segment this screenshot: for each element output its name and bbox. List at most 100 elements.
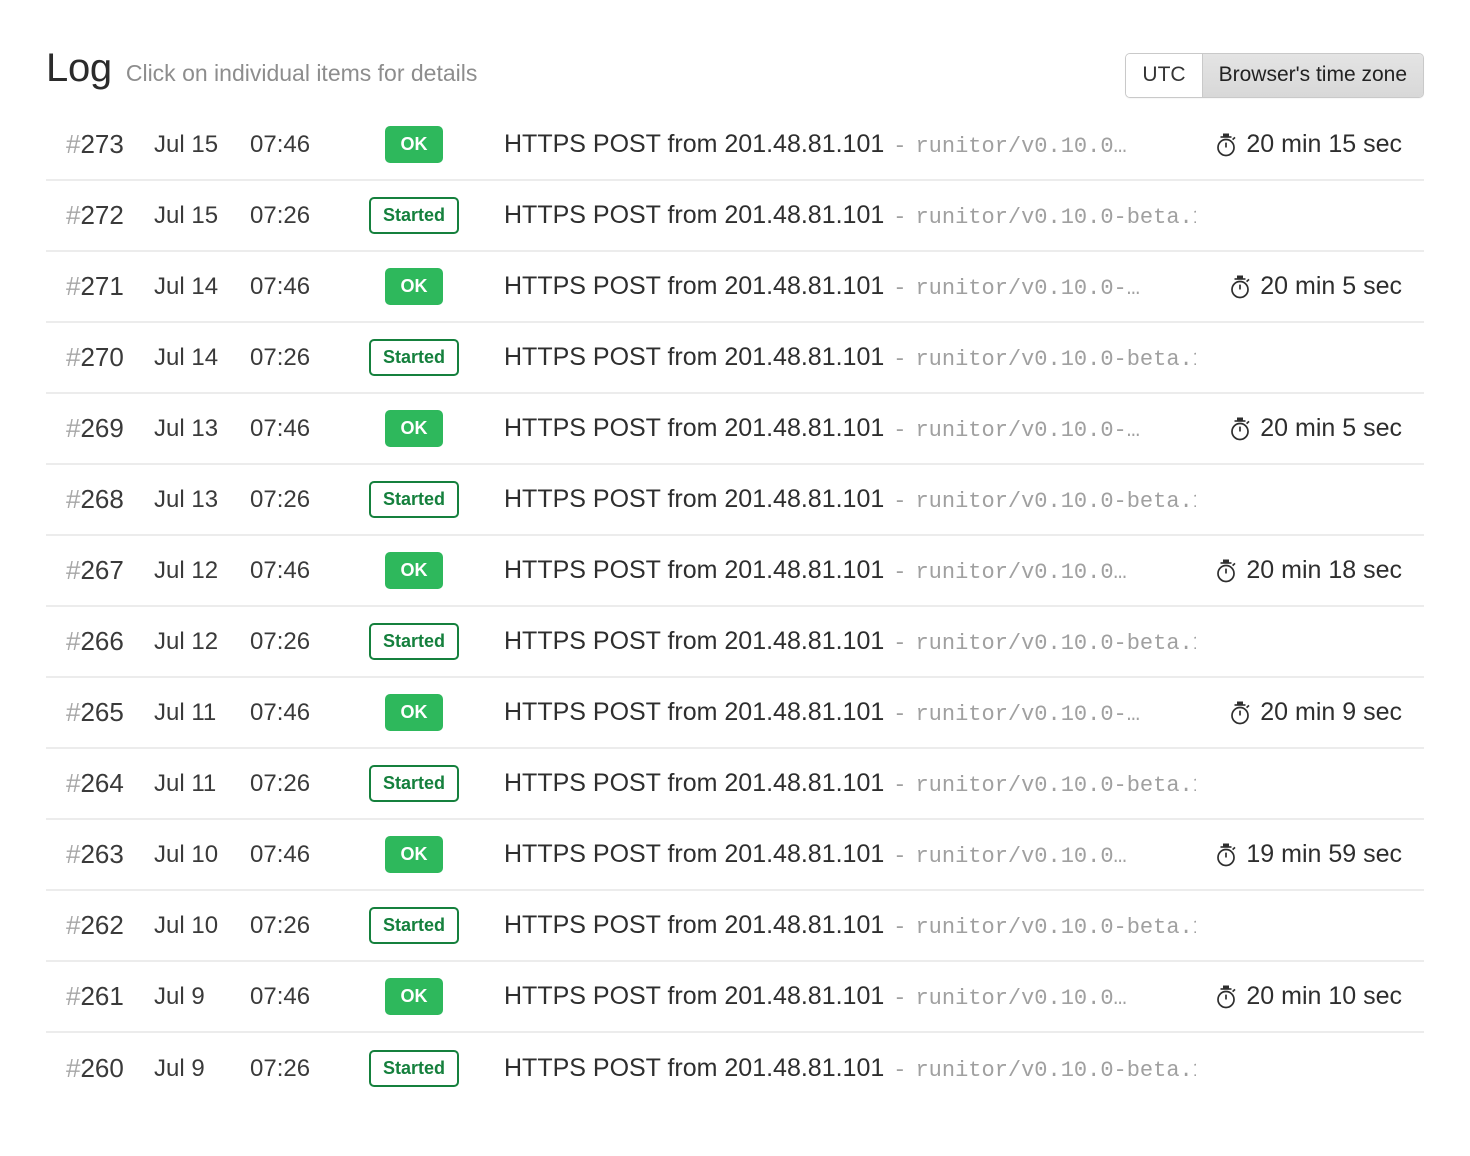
log-list: #273Jul 1507:46OKHTTPS POST from 201.48.… <box>0 110 1470 1104</box>
log-row-status: Started <box>354 481 474 518</box>
log-row-user-agent: runitor/v0.10.0-beta.1 (+https:/… <box>915 631 1196 656</box>
log-row-request: HTTPS POST from 201.48.81.101 <box>504 982 884 1011</box>
log-row-id: #263 <box>46 839 150 870</box>
log-row-user-agent: runitor/v0.10.0… <box>915 986 1126 1011</box>
log-row-status: OK <box>354 694 474 731</box>
log-row-detail: HTTPS POST from 201.48.81.101-runitor/v0… <box>474 840 1196 869</box>
log-row-id: #260 <box>46 1053 150 1084</box>
log-row-id: #262 <box>46 910 150 941</box>
status-badge-ok: OK <box>385 836 443 873</box>
log-row-time: 07:26 <box>250 912 354 940</box>
log-row[interactable]: #262Jul 1007:26StartedHTTPS POST from 20… <box>46 891 1424 962</box>
log-row-id-number: 267 <box>80 555 123 585</box>
log-row-user-agent: runitor/v0.10.0-… <box>915 702 1139 727</box>
log-row-id: #272 <box>46 200 150 231</box>
log-row-user-agent: runitor/v0.10.0-beta.1 (+https:/… <box>915 915 1196 940</box>
status-badge-ok: OK <box>385 694 443 731</box>
log-row-id-number: 273 <box>80 129 123 159</box>
log-row-duration-text: 20 min 18 sec <box>1246 556 1402 585</box>
log-row-id-hash: # <box>66 981 80 1011</box>
log-row-user-agent: runitor/v0.10.0-beta.1 (+https:/… <box>915 489 1196 514</box>
log-row-time: 07:46 <box>250 415 354 443</box>
log-row-detail: HTTPS POST from 201.48.81.101-runitor/v0… <box>474 201 1196 230</box>
log-row[interactable]: #272Jul 1507:26StartedHTTPS POST from 20… <box>46 181 1424 252</box>
log-row-time: 07:46 <box>250 841 354 869</box>
log-row-date: Jul 12 <box>150 628 250 656</box>
log-row-time: 07:26 <box>250 770 354 798</box>
log-row-time: 07:46 <box>250 983 354 1011</box>
log-row-status: Started <box>354 907 474 944</box>
log-row-duration: 20 min 9 sec <box>1196 698 1424 727</box>
log-row-id-hash: # <box>66 271 80 301</box>
log-row-id-number: 261 <box>80 981 123 1011</box>
log-row-user-agent: runitor/v0.10.0-… <box>915 276 1139 301</box>
log-row-duration: 20 min 5 sec <box>1196 272 1424 301</box>
log-row-duration: 19 min 59 sec <box>1196 840 1424 869</box>
log-row-time: 07:26 <box>250 1055 354 1083</box>
log-row[interactable]: #267Jul 1207:46OKHTTPS POST from 201.48.… <box>46 536 1424 607</box>
log-row[interactable]: #264Jul 1107:26StartedHTTPS POST from 20… <box>46 749 1424 820</box>
log-row[interactable]: #265Jul 1107:46OKHTTPS POST from 201.48.… <box>46 678 1424 749</box>
log-row-duration: 20 min 15 sec <box>1196 130 1424 159</box>
log-row-id: #271 <box>46 271 150 302</box>
stopwatch-icon <box>1215 985 1237 1009</box>
log-row-separator-dash: - <box>893 773 906 798</box>
log-row-user-agent: runitor/v0.10.0-beta.1 (+https:/… <box>915 773 1196 798</box>
status-badge-started: Started <box>369 765 459 802</box>
log-row-separator-dash: - <box>893 489 906 514</box>
status-badge-ok: OK <box>385 126 443 163</box>
log-row[interactable]: #263Jul 1007:46OKHTTPS POST from 201.48.… <box>46 820 1424 891</box>
log-row-date: Jul 11 <box>150 699 250 727</box>
timezone-toggle[interactable]: UTC Browser's time zone <box>1125 53 1424 98</box>
log-row-detail: HTTPS POST from 201.48.81.101-runitor/v0… <box>474 698 1196 727</box>
page-header: Log Click on individual items for detail… <box>0 0 1470 110</box>
log-row-id-number: 271 <box>80 271 123 301</box>
status-badge-ok: OK <box>385 978 443 1015</box>
log-row-duration-text: 20 min 9 sec <box>1260 698 1402 727</box>
log-row[interactable]: #266Jul 1207:26StartedHTTPS POST from 20… <box>46 607 1424 678</box>
log-row-id-hash: # <box>66 697 80 727</box>
log-row-detail: HTTPS POST from 201.48.81.101-runitor/v0… <box>474 982 1196 1011</box>
log-row[interactable]: #271Jul 1407:46OKHTTPS POST from 201.48.… <box>46 252 1424 323</box>
log-row-time: 07:46 <box>250 131 354 159</box>
log-row-separator-dash: - <box>893 702 906 727</box>
log-row-separator-dash: - <box>893 915 906 940</box>
log-row-time: 07:46 <box>250 557 354 585</box>
log-row[interactable]: #261Jul 907:46OKHTTPS POST from 201.48.8… <box>46 962 1424 1033</box>
log-row-duration-text: 20 min 5 sec <box>1260 414 1402 443</box>
log-row-detail: HTTPS POST from 201.48.81.101-runitor/v0… <box>474 911 1196 940</box>
timezone-browser-button[interactable]: Browser's time zone <box>1202 54 1423 97</box>
log-row[interactable]: #269Jul 1307:46OKHTTPS POST from 201.48.… <box>46 394 1424 465</box>
log-row-date: Jul 13 <box>150 486 250 514</box>
log-row-detail: HTTPS POST from 201.48.81.101-runitor/v0… <box>474 272 1196 301</box>
log-row-detail: HTTPS POST from 201.48.81.101-runitor/v0… <box>474 769 1196 798</box>
log-row-duration-text: 20 min 10 sec <box>1246 982 1402 1011</box>
log-row-date: Jul 15 <box>150 131 250 159</box>
log-row-time: 07:26 <box>250 344 354 372</box>
log-row-separator-dash: - <box>893 205 906 230</box>
log-row-date: Jul 11 <box>150 770 250 798</box>
log-row-date: Jul 13 <box>150 415 250 443</box>
log-row-id-number: 262 <box>80 910 123 940</box>
log-row-request: HTTPS POST from 201.48.81.101 <box>504 201 884 230</box>
log-row-id-hash: # <box>66 839 80 869</box>
log-row-status: OK <box>354 126 474 163</box>
log-row-status: OK <box>354 552 474 589</box>
log-row-duration-text: 19 min 59 sec <box>1246 840 1402 869</box>
status-badge-ok: OK <box>385 410 443 447</box>
log-row[interactable]: #273Jul 1507:46OKHTTPS POST from 201.48.… <box>46 110 1424 181</box>
log-row-request: HTTPS POST from 201.48.81.101 <box>504 1054 884 1083</box>
log-row-id: #265 <box>46 697 150 728</box>
status-badge-started: Started <box>369 623 459 660</box>
log-row[interactable]: #260Jul 907:26StartedHTTPS POST from 201… <box>46 1033 1424 1104</box>
status-badge-started: Started <box>369 481 459 518</box>
log-row[interactable]: #270Jul 1407:26StartedHTTPS POST from 20… <box>46 323 1424 394</box>
timezone-utc-button[interactable]: UTC <box>1126 54 1201 97</box>
log-row[interactable]: #268Jul 1307:26StartedHTTPS POST from 20… <box>46 465 1424 536</box>
log-row-id-hash: # <box>66 768 80 798</box>
log-row-user-agent: runitor/v0.10.0-beta.1 (+https:/… <box>915 1058 1196 1083</box>
status-badge-started: Started <box>369 197 459 234</box>
log-row-time: 07:26 <box>250 628 354 656</box>
status-badge-ok: OK <box>385 552 443 589</box>
log-row-request: HTTPS POST from 201.48.81.101 <box>504 485 884 514</box>
